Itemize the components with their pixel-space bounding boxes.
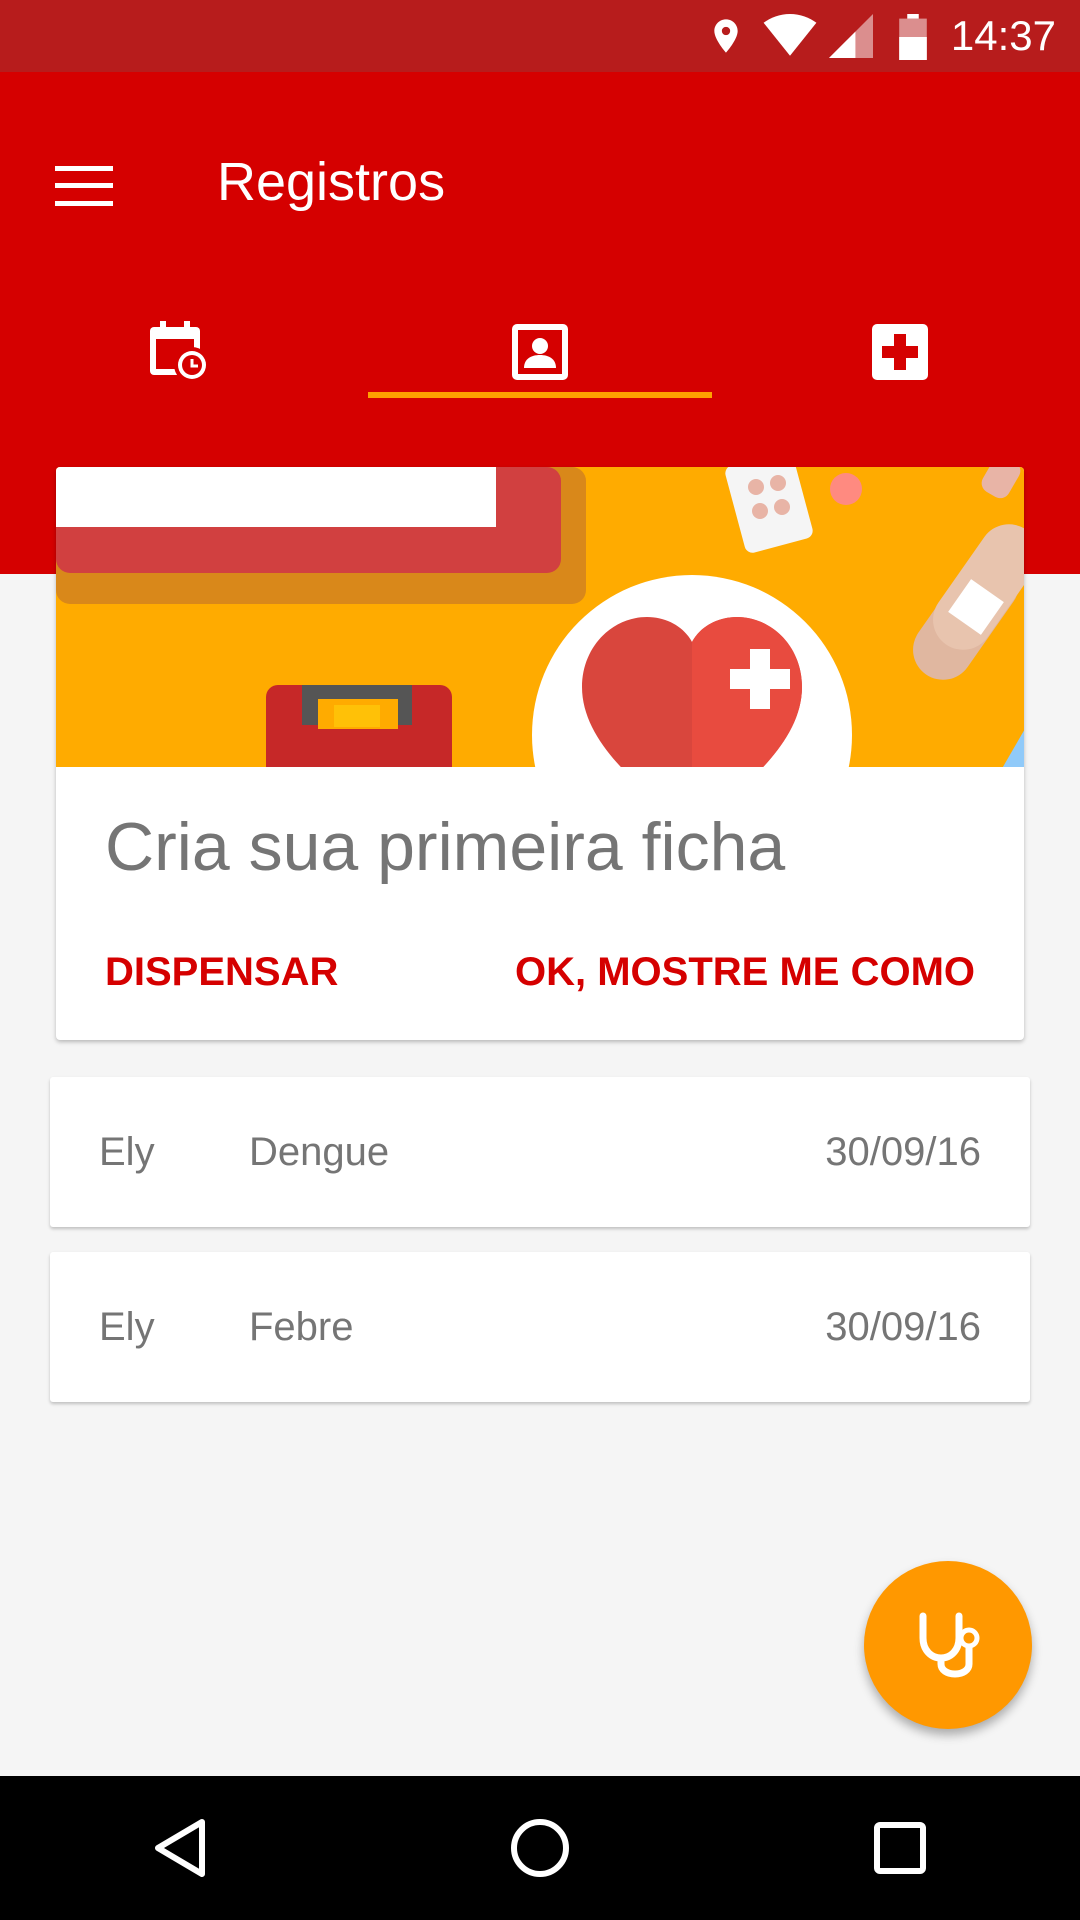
hero-illustration bbox=[56, 467, 1024, 767]
record-item[interactable]: Ely Dengue 30/09/16 bbox=[50, 1077, 1030, 1227]
record-date: 30/09/16 bbox=[825, 1304, 981, 1349]
record-item[interactable]: Ely Febre 30/09/16 bbox=[50, 1252, 1030, 1402]
tab-records[interactable] bbox=[360, 292, 720, 412]
battery-icon bbox=[899, 14, 927, 60]
page-title: Registros bbox=[217, 152, 446, 212]
contact-card-icon bbox=[512, 324, 568, 380]
tab-schedule[interactable] bbox=[0, 292, 360, 412]
onboarding-actions: DISPENSAR OK, MOSTRE ME COMO bbox=[56, 937, 1024, 1007]
wifi-icon bbox=[763, 14, 817, 56]
dismiss-button[interactable]: DISPENSAR bbox=[105, 937, 338, 1007]
nav-recents-button[interactable] bbox=[720, 1776, 1080, 1920]
hamburger-menu-icon bbox=[55, 166, 113, 206]
onboarding-card: Cria sua primeira ficha DISPENSAR OK, MO… bbox=[56, 467, 1024, 1040]
location-icon bbox=[714, 19, 738, 53]
record-patient-name: Ely bbox=[99, 1129, 155, 1174]
system-nav-bar bbox=[0, 1776, 1080, 1920]
home-icon bbox=[511, 1819, 569, 1877]
onboarding-title: Cria sua primeira ficha bbox=[105, 809, 786, 885]
tab-medical[interactable] bbox=[720, 292, 1080, 412]
medical-cross-icon bbox=[872, 324, 928, 380]
status-bar: 14:37 bbox=[0, 0, 1080, 72]
record-illness: Dengue bbox=[249, 1129, 390, 1174]
back-icon bbox=[155, 1819, 205, 1877]
tab-bar bbox=[0, 292, 1080, 412]
stethoscope-icon bbox=[919, 1612, 980, 1678]
recents-icon bbox=[874, 1822, 926, 1874]
record-patient-name: Ely bbox=[99, 1304, 155, 1349]
menu-button[interactable] bbox=[40, 142, 128, 230]
nav-home-button[interactable] bbox=[360, 1776, 720, 1920]
record-date: 30/09/16 bbox=[825, 1129, 981, 1174]
add-record-fab[interactable] bbox=[864, 1561, 1032, 1729]
confirm-button[interactable]: OK, MOSTRE ME COMO bbox=[515, 937, 975, 1007]
record-illness: Febre bbox=[249, 1304, 354, 1349]
status-time: 14:37 bbox=[950, 12, 1056, 59]
cell-signal-icon bbox=[829, 14, 873, 58]
calendar-clock-icon bbox=[150, 321, 210, 383]
nav-back-button[interactable] bbox=[0, 1776, 360, 1920]
